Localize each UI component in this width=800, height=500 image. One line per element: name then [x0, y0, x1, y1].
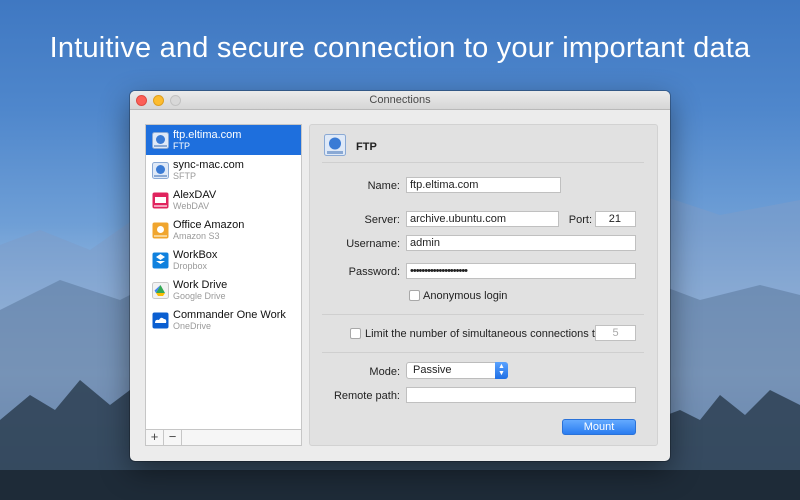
connection-type: Dropbox	[173, 261, 208, 271]
amazon-s3-icon	[152, 222, 169, 239]
anonymous-login-label: Anonymous login	[423, 290, 508, 302]
remote-path-field[interactable]	[406, 387, 636, 403]
separator	[322, 162, 644, 163]
panel-title: FTP	[356, 141, 377, 153]
connection-name: Office Amazon	[173, 219, 245, 231]
limit-connections-checkbox[interactable]	[350, 328, 361, 339]
limit-connections-label: Limit the number of simultaneous connect…	[365, 328, 602, 340]
mount-button[interactable]: Mount	[562, 419, 636, 435]
password-field[interactable]: ••••••••••••••••••••	[406, 263, 636, 279]
name-field[interactable]: ftp.eltima.com	[406, 177, 561, 193]
connection-name: AlexDAV	[173, 189, 217, 201]
connection-item-office-amazon[interactable]: Office Amazon Amazon S3	[146, 215, 301, 245]
webdav-icon	[152, 192, 169, 209]
connection-type: WebDAV	[173, 201, 210, 211]
connections-window: Connections ftp.eltima.com FTP sync-mac.…	[130, 91, 670, 461]
mode-label: Mode:	[369, 366, 400, 378]
connection-name: ftp.eltima.com	[173, 129, 242, 141]
onedrive-icon	[152, 312, 169, 329]
server-field[interactable]: archive.ubuntu.com	[406, 211, 559, 227]
limit-connections-field[interactable]: 5	[595, 325, 636, 341]
updown-arrows-icon: ▲ ▼	[495, 362, 508, 379]
remote-path-label: Remote path:	[333, 390, 400, 402]
window-titlebar[interactable]: Connections	[130, 91, 670, 110]
mode-select[interactable]: Passive ▲ ▼	[406, 362, 508, 379]
connection-name: WorkBox	[173, 249, 218, 261]
sftp-icon	[152, 162, 169, 179]
connection-type: Amazon S3	[173, 231, 220, 241]
connection-type: Google Drive	[173, 291, 226, 301]
password-label: Password:	[348, 266, 400, 278]
connection-name: sync-mac.com	[173, 159, 244, 171]
google-drive-icon	[152, 282, 169, 299]
connection-details-panel: FTP Name: ftp.eltima.com Server: archive…	[309, 124, 658, 446]
window-title: Connections	[369, 94, 431, 106]
connection-item-ftp-eltima[interactable]: ftp.eltima.com FTP	[146, 125, 301, 155]
port-field[interactable]: 21	[595, 211, 636, 227]
connection-type: FTP	[173, 141, 190, 151]
add-connection-button[interactable]: +	[146, 430, 164, 445]
connection-item-workbox[interactable]: WorkBox Dropbox	[146, 245, 301, 275]
connection-type: OneDrive	[173, 321, 212, 331]
port-label: Port:	[568, 214, 592, 226]
connection-name: Commander One Work	[173, 309, 286, 321]
connection-type: SFTP	[173, 171, 197, 181]
dropbox-icon	[152, 252, 169, 269]
sidebar-footer: + −	[146, 429, 301, 445]
separator	[322, 352, 644, 353]
headline: Intuitive and secure connection to your …	[49, 32, 751, 64]
mode-select-value: Passive	[413, 364, 452, 376]
connection-item-work-drive[interactable]: Work Drive Google Drive	[146, 275, 301, 305]
remove-connection-button[interactable]: −	[164, 430, 182, 445]
separator	[322, 314, 644, 315]
connection-name: Work Drive	[173, 279, 228, 291]
name-label: Name:	[367, 180, 400, 192]
connections-sidebar: ftp.eltima.com FTP sync-mac.com SFTP Ale…	[145, 124, 302, 446]
connection-item-sync-mac[interactable]: sync-mac.com SFTP	[146, 155, 301, 185]
connection-item-commander-one-work[interactable]: Commander One Work OneDrive	[146, 305, 301, 335]
ftp-icon	[152, 132, 169, 149]
connection-item-alexdav[interactable]: AlexDAV WebDAV	[146, 185, 301, 215]
username-field[interactable]: admin	[406, 235, 636, 251]
ftp-icon	[324, 134, 346, 156]
server-label: Server:	[364, 214, 400, 226]
anonymous-login-checkbox[interactable]	[409, 290, 420, 301]
username-label: Username:	[346, 238, 400, 250]
